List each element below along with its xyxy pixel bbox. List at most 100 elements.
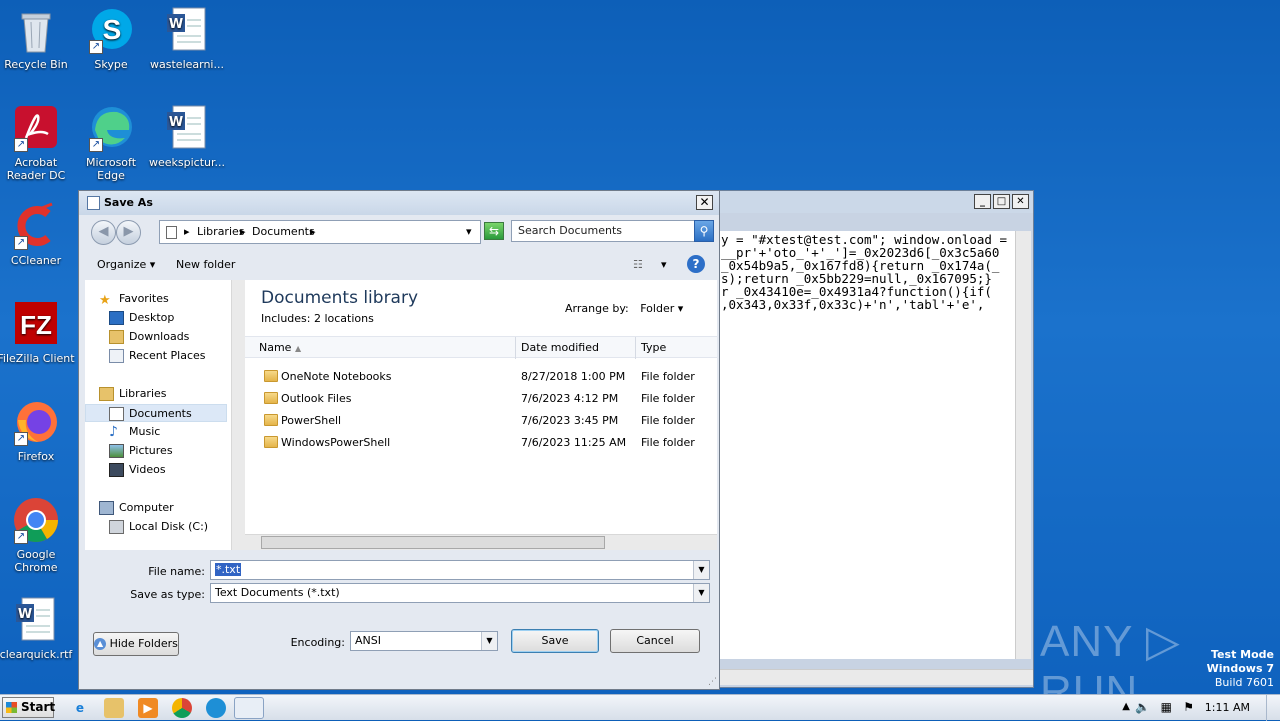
horizontal-scrollbar[interactable]	[245, 534, 717, 550]
view-options-icon[interactable]: ☷	[633, 258, 643, 271]
minimize-button[interactable]: _	[974, 194, 991, 209]
chevron-down-icon[interactable]: ▼	[481, 632, 497, 650]
column-divider[interactable]	[635, 337, 636, 359]
start-button[interactable]: Start	[2, 697, 55, 718]
library-subtitle[interactable]: Includes: 2 locations	[261, 312, 374, 325]
sort-icon: ▲	[294, 344, 302, 353]
show-desktop-button[interactable]	[1266, 695, 1280, 721]
breadcrumb-libraries[interactable]: Libraries	[197, 225, 245, 238]
scrollbar-thumb[interactable]	[261, 536, 605, 549]
organize-button[interactable]: Organize ▾	[97, 258, 155, 271]
chrome-icon[interactable]	[172, 698, 192, 718]
desktop-icon-label: Microsoft Edge	[85, 156, 137, 182]
desktop-icon-firefox[interactable]: ↗ Firefox	[0, 398, 75, 463]
notepad-window: _ □ ✕ y = "#xtest@test.com"; window.onlo…	[718, 190, 1034, 688]
nav-item-desktop[interactable]: Desktop	[85, 309, 227, 327]
volume-icon[interactable]: 🔈	[1135, 700, 1150, 714]
save-as-type-label: Save as type:	[130, 588, 205, 601]
column-name[interactable]: Name ▲	[259, 341, 301, 354]
encoding-select[interactable]: ANSI ▼	[350, 631, 498, 651]
desktop-icon-label: wastelearni...	[150, 58, 224, 71]
nav-label: Documents	[129, 407, 192, 420]
column-type[interactable]: Type	[641, 341, 666, 354]
close-button[interactable]: ✕	[1012, 194, 1029, 209]
desktop-icon-chrome[interactable]: ↗ Google Chrome	[0, 496, 75, 574]
breadcrumb-documents[interactable]: Documents	[252, 225, 315, 238]
nav-item-music[interactable]: ♪ Music	[85, 423, 227, 441]
cancel-button[interactable]: Cancel	[610, 629, 700, 653]
nav-item-downloads[interactable]: Downloads	[85, 328, 227, 346]
chevron-down-icon[interactable]: ▾	[661, 258, 667, 271]
file-name: WindowsPowerShell	[281, 436, 391, 449]
forward-button[interactable]: ▶	[116, 220, 141, 245]
nav-item-recent-places[interactable]: Recent Places	[85, 347, 227, 365]
notepad-taskbar-button[interactable]	[234, 697, 264, 719]
dialog-title: Save As	[104, 196, 153, 209]
horizontal-scrollbar[interactable]	[719, 669, 1033, 685]
nav-item-libraries[interactable]: Libraries	[85, 385, 227, 403]
desktop-icon-skype[interactable]: S ↗ Skype	[72, 6, 150, 71]
desktop-icon-acrobat[interactable]: ↗ Acrobat Reader DC	[0, 104, 75, 182]
file-type: File folder	[641, 414, 695, 427]
nav-item-favorites[interactable]: ★ Favorites	[85, 290, 227, 308]
save-as-type-select[interactable]: Text Documents (*.txt) ▼	[210, 583, 710, 603]
desktop-icon-label: Recycle Bin	[4, 58, 68, 71]
libraries-icon	[99, 387, 114, 401]
clock[interactable]: 1:11 AM	[1205, 701, 1250, 714]
chevron-right-icon[interactable]: ▸	[310, 225, 316, 238]
edge-icon[interactable]	[206, 698, 226, 718]
maximize-button[interactable]: □	[993, 194, 1010, 209]
table-row[interactable]: OneNote Notebooks 8/27/2018 1:00 PM File…	[245, 366, 717, 388]
file-explorer-icon[interactable]	[104, 698, 124, 718]
chevron-down-icon[interactable]: ▼	[693, 561, 709, 579]
save-button[interactable]: Save	[511, 629, 599, 653]
help-icon[interactable]: ?	[687, 255, 705, 273]
search-input[interactable]: Search Documents	[511, 220, 695, 242]
search-icon[interactable]: ⚲	[694, 220, 714, 242]
desktop-icon-ccleaner[interactable]: ↗ CCleaner	[0, 202, 75, 267]
nav-label: Downloads	[129, 330, 190, 343]
nav-item-computer[interactable]: Computer	[85, 499, 227, 517]
folder-icon	[264, 370, 278, 382]
back-button[interactable]: ◀	[91, 220, 116, 245]
folder-icon	[264, 436, 278, 448]
vertical-scrollbar[interactable]	[1015, 231, 1031, 659]
organize-label: Organize	[97, 258, 147, 271]
hide-folders-button[interactable]: ▲ Hide Folders	[93, 632, 179, 656]
desktop-icon-clearquick[interactable]: W clearquick.rtf	[0, 596, 75, 661]
notepad-icon	[87, 196, 100, 210]
table-row[interactable]: WindowsPowerShell 7/6/2023 11:25 AM File…	[245, 432, 717, 454]
new-folder-button[interactable]: New folder	[176, 258, 235, 271]
refresh-button[interactable]: ⇆	[484, 222, 504, 240]
chrome-icon: ↗	[12, 496, 60, 544]
column-divider[interactable]	[515, 337, 516, 359]
column-date-modified[interactable]: Date modified	[521, 341, 599, 354]
desktop-icon-recycle-bin[interactable]: Recycle Bin	[0, 6, 75, 71]
file-name-input[interactable]: *.txt ▼	[210, 560, 710, 580]
nav-item-local-disk[interactable]: Local Disk (C:)	[85, 518, 227, 536]
desktop-icon-edge[interactable]: ↗ Microsoft Edge	[72, 104, 150, 182]
table-row[interactable]: Outlook Files 7/6/2023 4:12 PM File fold…	[245, 388, 717, 410]
resize-grip[interactable]: ⋰	[708, 677, 717, 687]
table-row[interactable]: PowerShell 7/6/2023 3:45 PM File folder	[245, 410, 717, 432]
nav-item-documents[interactable]: Documents	[85, 404, 227, 422]
network-icon[interactable]: ▦	[1161, 700, 1172, 714]
desktop-icon-filezilla[interactable]: FZ FileZilla Client	[0, 300, 75, 365]
chevron-down-icon[interactable]: ▾	[466, 225, 472, 238]
desktop-icon-weekspicture[interactable]: W weekspictur...	[148, 104, 226, 169]
documents-icon	[109, 407, 124, 421]
media-player-icon[interactable]: ▶	[138, 698, 158, 718]
arrange-by-dropdown[interactable]: Folder ▾	[640, 302, 683, 315]
arrange-by-label: Arrange by:	[565, 302, 629, 315]
nav-item-videos[interactable]: Videos	[85, 461, 227, 479]
action-center-flag-icon[interactable]: ⚑	[1183, 700, 1194, 714]
close-button[interactable]: ✕	[696, 195, 713, 210]
desktop-icon-wastelearning[interactable]: W wastelearni...	[148, 6, 226, 71]
internet-explorer-icon[interactable]: e	[70, 698, 90, 718]
address-bar[interactable]: ▸ Libraries ▸ Documents ▸ ▾	[159, 220, 481, 244]
nav-item-pictures[interactable]: Pictures	[85, 442, 227, 460]
show-hidden-icons-icon[interactable]: ▲	[1122, 701, 1130, 712]
file-name-value: *.txt	[215, 563, 242, 576]
chevron-down-icon[interactable]: ▼	[693, 584, 709, 602]
notepad-text-area[interactable]: y = "#xtest@test.com"; window.onload = __…	[719, 231, 1015, 659]
